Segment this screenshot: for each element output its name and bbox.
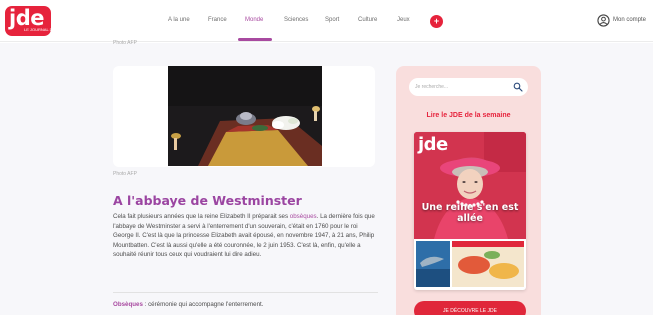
logo-subtext: LE JOURNAL DES ENFANTS <box>24 27 78 32</box>
food-thumbnail-illustration <box>452 241 524 287</box>
glossary-divider <box>113 292 378 293</box>
glossary-definition: : cérémonie qui accompagne l'enterrement… <box>142 301 264 308</box>
search-icon[interactable] <box>513 82 523 92</box>
article-photo-card <box>113 66 375 167</box>
cover-logo: jde <box>418 134 448 155</box>
account-label: Mon compte <box>613 17 647 23</box>
article-paragraph: Cela fait plusieurs années que la reine … <box>113 212 378 260</box>
article-section-title: A l'abbaye de Westminster <box>113 193 302 208</box>
nav-item-sport[interactable]: Sport <box>325 17 339 23</box>
coffin-photo-illustration <box>168 66 322 166</box>
nav-item-monde[interactable]: Monde <box>245 17 263 23</box>
nav-item-sciences[interactable]: Sciences <box>284 17 308 23</box>
dolphin-thumbnail-illustration <box>416 241 450 287</box>
jde-logo[interactable]: jde LE JOURNAL DES ENFANTS <box>5 6 77 36</box>
obseques-link[interactable]: obsèques <box>290 213 317 220</box>
more-sections-button[interactable]: + <box>430 15 443 28</box>
search-input[interactable] <box>415 78 513 96</box>
nav-active-indicator <box>238 38 272 41</box>
cover-thumbnail-right <box>452 241 524 287</box>
photo-credit-top: Photo AFP <box>113 40 137 46</box>
nav-item-france[interactable]: France <box>208 17 227 23</box>
glossary-entry: Obsèques : cérémonie qui accompagne l'en… <box>113 301 263 308</box>
photo-credit: Photo AFP <box>113 171 137 177</box>
article-text-part1: Cela fait plusieurs années que la reine … <box>113 213 290 220</box>
nav-item-a-la-une[interactable]: A la une <box>168 17 190 23</box>
cover-thumbnail-left <box>416 241 450 287</box>
user-circle-icon <box>597 14 610 27</box>
nav-item-jeux[interactable]: Jeux <box>397 17 410 23</box>
magazine-cover[interactable]: jde Une reine s'en est allée <box>414 132 526 290</box>
article-photo <box>168 66 322 166</box>
cover-main-image: jde Une reine s'en est allée <box>414 132 526 239</box>
cover-headline: Une reine s'en est allée <box>421 202 519 224</box>
glossary-term: Obsèques <box>113 301 143 308</box>
nav-item-culture[interactable]: Culture <box>358 17 377 23</box>
site-header: jde LE JOURNAL DES ENFANTS A la une Fran… <box>0 0 653 42</box>
weekly-issue-heading: Lire le JDE de la semaine <box>426 112 511 119</box>
discover-jde-button[interactable]: JE DÉCOUVRE LE JDE <box>414 301 526 315</box>
sidebar-panel: Lire le JDE de la semaine <box>396 66 541 315</box>
search-box <box>409 78 528 96</box>
